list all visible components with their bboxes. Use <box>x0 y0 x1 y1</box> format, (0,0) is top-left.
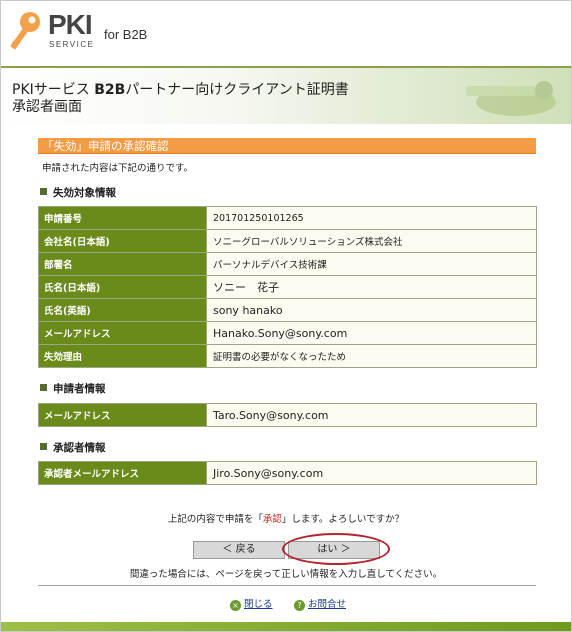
field-value: ソニーグローバルソリューションズ株式会社 <box>206 229 537 253</box>
field-label: 承認者メールアドレス <box>38 461 207 485</box>
help-icon: ? <box>294 600 305 611</box>
table-row: 申請番号 201701250101265 <box>38 206 537 230</box>
bullet-square-icon <box>40 384 47 391</box>
field-label: 会社名(日本語) <box>38 229 207 253</box>
field-label: メールアドレス <box>38 321 207 345</box>
section-heading: 「失効」申請の承認確認 <box>38 138 536 154</box>
brand-name: PKI <box>48 9 93 40</box>
page-subtitle: 承認者画面 <box>12 99 82 115</box>
field-label: 失効理由 <box>38 344 207 368</box>
field-label: 氏名(英語) <box>38 298 207 322</box>
field-label: メールアドレス <box>38 403 207 427</box>
close-icon: × <box>230 600 241 611</box>
table-row: 部署名 パーソナルデバイス技術課 <box>38 252 537 276</box>
key-logo-icon <box>10 12 40 50</box>
field-value: パーソナルデバイス技術課 <box>206 252 537 276</box>
field-label: 氏名(日本語) <box>38 275 207 299</box>
yes-button[interactable]: はい ＞ <box>288 541 380 559</box>
table-row: 失効理由 証明書の必要がなくなったため <box>38 344 537 368</box>
close-link[interactable]: × 閉じる <box>230 596 273 611</box>
revocation-info-table: 申請番号 201701250101265 会社名(日本語) ソニーグローバルソリ… <box>38 206 537 368</box>
applicant-info-heading: 申請者情報 <box>40 381 106 396</box>
field-label: 部署名 <box>38 252 207 276</box>
bottom-bar <box>0 622 572 632</box>
table-row: 会社名(日本語) ソニーグローバルソリューションズ株式会社 <box>38 229 537 253</box>
field-value: Hanako.Sony@sony.com <box>206 321 537 345</box>
divider <box>38 585 536 586</box>
bullet-square-icon <box>40 188 47 195</box>
back-button[interactable]: ＜ 戻る <box>193 541 285 559</box>
field-value: 201701250101265 <box>206 206 537 230</box>
top-header: PKI SERVICE for B2B <box>0 0 572 66</box>
decorative-banner-icon <box>466 81 556 116</box>
intro-text: 申請された内容は下記の通りです。 <box>42 163 194 174</box>
product-name: for B2B <box>104 27 148 42</box>
approver-info-heading: 承認者情報 <box>40 440 106 455</box>
field-value: sony hanako <box>206 298 537 322</box>
correction-note: 間違った場合には、ページを戻って正しい情報を入力し直してください。 <box>129 569 443 580</box>
bullet-square-icon <box>40 443 47 450</box>
field-value: 証明書の必要がなくなったため <box>206 344 537 368</box>
contact-link[interactable]: ? お問合せ <box>294 596 346 611</box>
applicant-info-table: メールアドレス Taro.Sony@sony.com <box>38 403 537 427</box>
field-label: 申請番号 <box>38 206 207 230</box>
table-row: 承認者メールアドレス Jiro.Sony@sony.com <box>38 461 537 485</box>
page-title: PKIサービス B2Bパートナー向けクライアント証明書 <box>12 82 349 98</box>
revocation-info-heading: 失効対象情報 <box>40 185 116 200</box>
confirm-question: 上記の内容で申請を「承認」します。よろしいですか？ <box>167 514 405 525</box>
approver-info-table: 承認者メールアドレス Jiro.Sony@sony.com <box>38 461 537 485</box>
table-row: 氏名(英語) sony hanako <box>38 298 537 322</box>
field-value: ソニー 花子 <box>206 275 537 299</box>
field-value: Jiro.Sony@sony.com <box>206 461 537 485</box>
table-row: 氏名(日本語) ソニー 花子 <box>38 275 537 299</box>
field-value: Taro.Sony@sony.com <box>206 403 537 427</box>
table-row: メールアドレス Hanako.Sony@sony.com <box>38 321 537 345</box>
approve-highlight: 承認 <box>262 514 282 525</box>
table-row: メールアドレス Taro.Sony@sony.com <box>38 403 537 427</box>
brand-subtitle: SERVICE <box>49 40 95 49</box>
